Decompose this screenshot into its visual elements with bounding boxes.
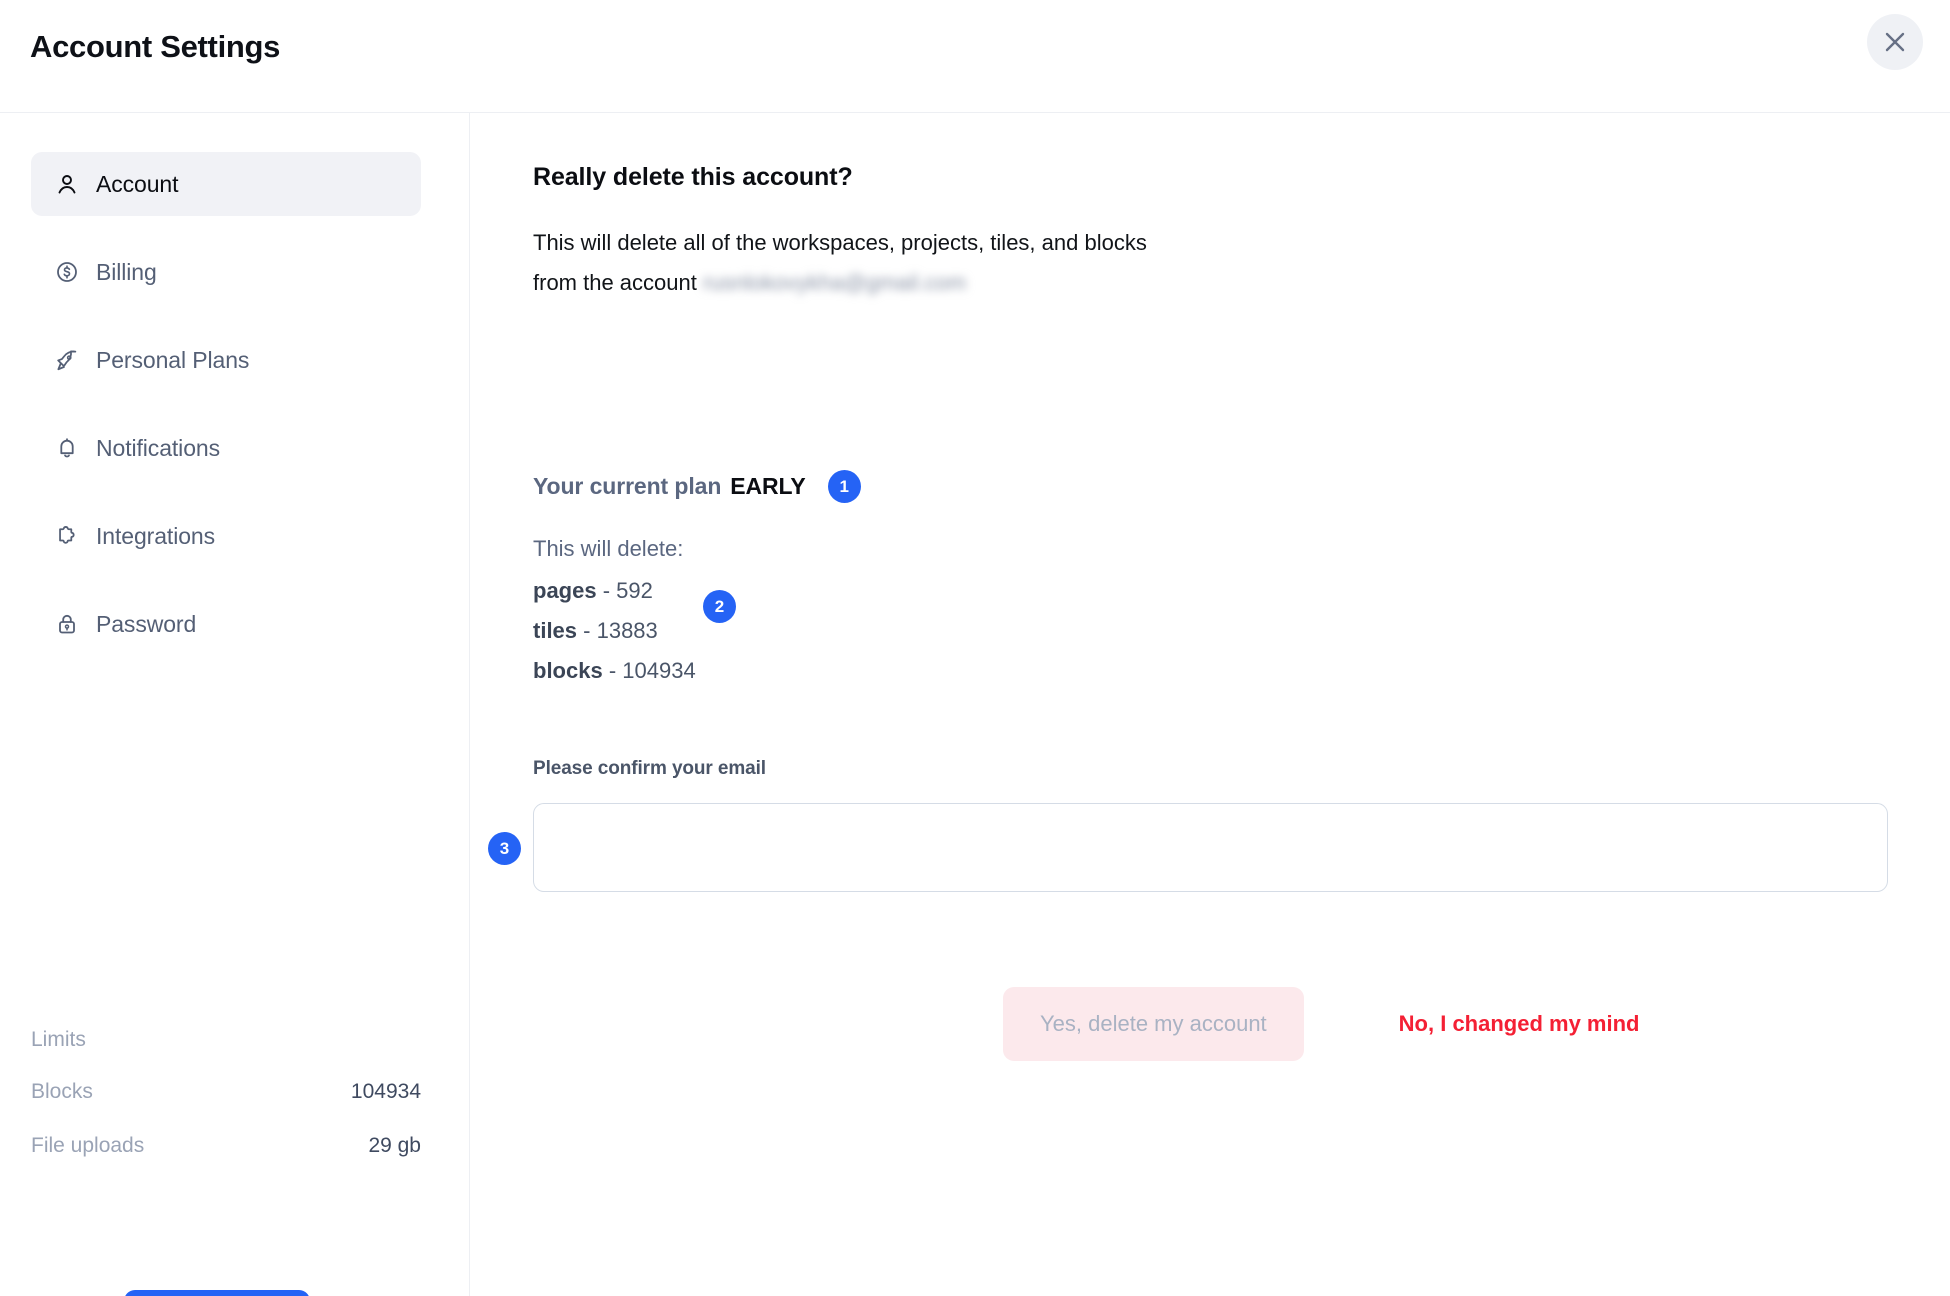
sidebar-nav: Account Billing Personal Plans Notificat… <box>31 152 421 656</box>
limit-value: 104934 <box>350 1080 421 1103</box>
confirm-email-input[interactable] <box>533 803 1888 892</box>
limit-name: Blocks <box>31 1080 93 1103</box>
action-row: Yes, delete my account No, I changed my … <box>1003 987 1639 1061</box>
description-line-2-prefix: from the account <box>533 270 697 296</box>
sidebar-item-notifications[interactable]: Notifications <box>31 416 421 480</box>
confirm-delete-button[interactable]: Yes, delete my account <box>1003 987 1304 1061</box>
sidebar-item-integrations[interactable]: Integrations <box>31 504 421 568</box>
sidebar-item-label: Notifications <box>96 434 220 461</box>
bell-icon <box>53 435 80 462</box>
rocket-icon <box>53 347 80 374</box>
current-plan-line: Your current plan EARLY 1 <box>533 470 861 503</box>
delete-summary-row-blocks: blocks - 104934 <box>533 658 696 684</box>
sidebar-item-label: Password <box>96 610 197 637</box>
delete-summary-row-label: tiles <box>533 618 578 643</box>
puzzle-icon <box>53 523 80 550</box>
description-line-1: This will delete all of the workspaces, … <box>533 230 1147 255</box>
delete-summary-row-label: blocks <box>533 658 603 683</box>
step-badge-3: 3 <box>488 832 521 865</box>
sidebar-item-label: Billing <box>96 258 157 285</box>
sidebar-item-billing[interactable]: Billing <box>31 240 421 304</box>
main-panel: Really delete this account? This will de… <box>470 113 1950 1296</box>
limits-section: Limits Blocks 104934 File uploads 29 gb <box>31 1028 421 1188</box>
delete-summary-row-value: - 592 <box>602 578 653 603</box>
step-badge-1: 1 <box>827 470 861 503</box>
delete-summary-row-value: - 13883 <box>583 618 658 643</box>
sidebar: Account Billing Personal Plans Notificat… <box>0 113 470 1296</box>
lock-icon <box>53 611 80 638</box>
description-line-2: from the account rusnlokovykha@gmail.com <box>533 263 1433 303</box>
person-icon <box>53 171 80 198</box>
current-plan-label: Your current plan <box>533 473 722 499</box>
delete-summary-intro: This will delete: <box>533 536 684 561</box>
close-button[interactable] <box>1867 14 1923 70</box>
delete-summary-row-label: pages <box>533 578 597 603</box>
sidebar-item-account[interactable]: Account <box>31 152 421 216</box>
account-settings-modal: Account Settings Account Billing Persona… <box>0 0 1950 1296</box>
delete-account-description: This will delete all of the workspaces, … <box>533 223 1433 303</box>
limit-row-blocks: Blocks 104934 <box>31 1080 421 1104</box>
account-email-redacted: rusnlokovykha@gmail.com <box>703 270 967 296</box>
sidebar-item-personal-plans[interactable]: Personal Plans <box>31 328 421 392</box>
delete-summary-row-value: - 104934 <box>608 658 696 683</box>
page-title: Account Settings <box>30 29 281 64</box>
close-icon <box>1884 31 1906 53</box>
see-all-plans-button[interactable]: See all plans <box>124 1290 310 1296</box>
limits-title: Limits <box>31 1028 86 1051</box>
confirm-email-label: Please confirm your email <box>533 758 766 779</box>
confirm-email-block: Please confirm your email 3 <box>488 758 1888 892</box>
sidebar-item-label: Integrations <box>96 522 215 549</box>
sidebar-item-label: Personal Plans <box>96 346 250 373</box>
sidebar-item-password[interactable]: Password <box>31 592 421 656</box>
step-badge-2: 2 <box>703 590 736 623</box>
delete-account-heading: Really delete this account? <box>533 163 853 191</box>
limit-name: File uploads <box>31 1134 145 1157</box>
delete-summary-row-pages: pages - 592 <box>533 578 696 604</box>
delete-summary: This will delete: pages - 592 tiles - 13… <box>533 536 736 698</box>
current-plan-name: EARLY <box>730 473 806 499</box>
limit-value: 29 gb <box>368 1134 421 1157</box>
delete-summary-row-tiles: tiles - 13883 2 <box>533 590 736 644</box>
dollar-circle-icon <box>53 259 80 286</box>
sidebar-item-label: Account <box>96 170 179 197</box>
cancel-delete-link[interactable]: No, I changed my mind <box>1399 1011 1640 1037</box>
confirm-email-input-wrap: 3 <box>488 803 1888 892</box>
modal-header: Account Settings <box>0 0 1950 113</box>
limit-row-file-uploads: File uploads 29 gb <box>31 1134 421 1158</box>
